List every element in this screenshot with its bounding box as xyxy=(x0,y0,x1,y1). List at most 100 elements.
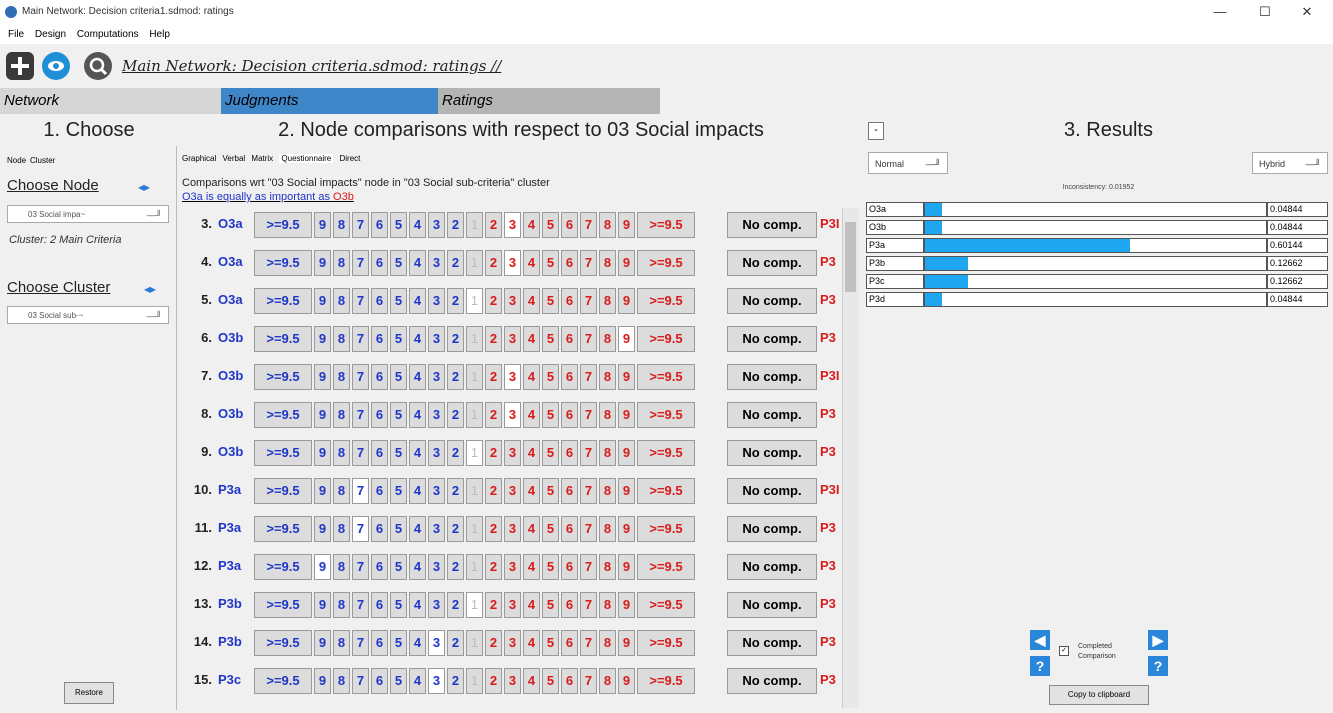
scale-left-max-button[interactable]: >=9.5 xyxy=(254,554,312,580)
scale-right-3-button[interactable]: 3 xyxy=(504,478,521,504)
scale-left-4-button[interactable]: 4 xyxy=(409,250,426,276)
scale-left-5-button[interactable]: 5 xyxy=(390,592,407,618)
scale-equal-button[interactable]: 1 xyxy=(466,630,483,656)
scale-left-8-button[interactable]: 8 xyxy=(333,592,350,618)
scale-right-4-button[interactable]: 4 xyxy=(523,250,540,276)
scale-left-6-button[interactable]: 6 xyxy=(371,288,388,314)
scale-right-2-button[interactable]: 2 xyxy=(485,288,502,314)
scale-right-4-button[interactable]: 4 xyxy=(523,440,540,466)
view-icon[interactable] xyxy=(42,52,70,80)
scale-equal-button[interactable]: 1 xyxy=(466,440,483,466)
scale-right-7-button[interactable]: 7 xyxy=(580,288,597,314)
scale-right-2-button[interactable]: 2 xyxy=(485,250,502,276)
scale-left-max-button[interactable]: >=9.5 xyxy=(254,516,312,542)
scale-right-6-button[interactable]: 6 xyxy=(561,250,578,276)
scale-left-2-button[interactable]: 2 xyxy=(447,516,464,542)
scale-right-8-button[interactable]: 8 xyxy=(599,630,616,656)
scale-right-6-button[interactable]: 6 xyxy=(561,364,578,390)
scale-left-2-button[interactable]: 2 xyxy=(447,212,464,238)
tab-direct[interactable]: Direct xyxy=(339,154,360,163)
scale-left-9-button[interactable]: 9 xyxy=(314,554,331,580)
scale-right-9-button[interactable]: 9 xyxy=(618,668,635,694)
scale-left-6-button[interactable]: 6 xyxy=(371,592,388,618)
scale-left-3-button[interactable]: 3 xyxy=(428,630,445,656)
scale-right-5-button[interactable]: 5 xyxy=(542,668,559,694)
scale-right-max-button[interactable]: >=9.5 xyxy=(637,212,695,238)
menu-file[interactable]: File xyxy=(8,29,24,40)
scale-right-8-button[interactable]: 8 xyxy=(599,326,616,352)
scale-left-2-button[interactable]: 2 xyxy=(447,592,464,618)
scale-left-5-button[interactable]: 5 xyxy=(390,554,407,580)
scale-left-3-button[interactable]: 3 xyxy=(428,440,445,466)
scale-left-5-button[interactable]: 5 xyxy=(390,326,407,352)
scale-right-2-button[interactable]: 2 xyxy=(485,212,502,238)
tab-questionnaire[interactable]: Questionnaire xyxy=(279,154,334,163)
scale-left-9-button[interactable]: 9 xyxy=(314,592,331,618)
scale-right-9-button[interactable]: 9 xyxy=(618,478,635,504)
scale-left-6-button[interactable]: 6 xyxy=(371,516,388,542)
scale-right-max-button[interactable]: >=9.5 xyxy=(637,364,695,390)
scale-equal-button[interactable]: 1 xyxy=(466,516,483,542)
cluster-select[interactable]: 03 Social sub-~ —╜ xyxy=(7,306,169,324)
scale-right-7-button[interactable]: 7 xyxy=(580,592,597,618)
menu-design[interactable]: Design xyxy=(35,29,66,40)
scale-left-7-button[interactable]: 7 xyxy=(352,440,369,466)
help-prev-icon[interactable]: ? xyxy=(1030,656,1050,676)
scale-left-4-button[interactable]: 4 xyxy=(409,516,426,542)
scale-right-4-button[interactable]: 4 xyxy=(523,554,540,580)
scale-right-max-button[interactable]: >=9.5 xyxy=(637,478,695,504)
scale-right-5-button[interactable]: 5 xyxy=(542,592,559,618)
scale-left-9-button[interactable]: 9 xyxy=(314,212,331,238)
scale-right-2-button[interactable]: 2 xyxy=(485,364,502,390)
scale-right-4-button[interactable]: 4 xyxy=(523,668,540,694)
scale-right-4-button[interactable]: 4 xyxy=(523,592,540,618)
scale-right-4-button[interactable]: 4 xyxy=(523,364,540,390)
scale-right-7-button[interactable]: 7 xyxy=(580,326,597,352)
scale-left-max-button[interactable]: >=9.5 xyxy=(254,326,312,352)
scale-left-8-button[interactable]: 8 xyxy=(333,478,350,504)
scale-left-max-button[interactable]: >=9.5 xyxy=(254,288,312,314)
scale-left-6-button[interactable]: 6 xyxy=(371,250,388,276)
scale-right-3-button[interactable]: 3 xyxy=(504,364,521,390)
scale-right-2-button[interactable]: 2 xyxy=(485,402,502,428)
scale-left-5-button[interactable]: 5 xyxy=(390,250,407,276)
no-comparison-button[interactable]: No comp. xyxy=(727,326,817,352)
scale-left-2-button[interactable]: 2 xyxy=(447,402,464,428)
scale-right-7-button[interactable]: 7 xyxy=(580,554,597,580)
scale-left-4-button[interactable]: 4 xyxy=(409,288,426,314)
scale-left-3-button[interactable]: 3 xyxy=(428,288,445,314)
scale-left-3-button[interactable]: 3 xyxy=(428,592,445,618)
scale-right-6-button[interactable]: 6 xyxy=(561,592,578,618)
scale-right-max-button[interactable]: >=9.5 xyxy=(637,516,695,542)
scale-left-6-button[interactable]: 6 xyxy=(371,478,388,504)
scale-left-8-button[interactable]: 8 xyxy=(333,212,350,238)
cluster-nav-arrows-icon[interactable]: ◂▸ xyxy=(144,283,166,295)
scale-equal-button[interactable]: 1 xyxy=(466,364,483,390)
scale-left-9-button[interactable]: 9 xyxy=(314,288,331,314)
scale-right-5-button[interactable]: 5 xyxy=(542,554,559,580)
scale-right-3-button[interactable]: 3 xyxy=(504,554,521,580)
scale-left-8-button[interactable]: 8 xyxy=(333,250,350,276)
tab-verbal[interactable]: Verbal xyxy=(222,154,245,163)
menu-help[interactable]: Help xyxy=(149,29,170,40)
scale-right-3-button[interactable]: 3 xyxy=(504,288,521,314)
scale-left-4-button[interactable]: 4 xyxy=(409,212,426,238)
scale-left-max-button[interactable]: >=9.5 xyxy=(254,440,312,466)
scale-left-5-button[interactable]: 5 xyxy=(390,440,407,466)
scale-right-2-button[interactable]: 2 xyxy=(485,592,502,618)
scale-right-6-button[interactable]: 6 xyxy=(561,668,578,694)
scale-right-2-button[interactable]: 2 xyxy=(485,478,502,504)
scale-right-9-button[interactable]: 9 xyxy=(618,326,635,352)
scale-left-7-button[interactable]: 7 xyxy=(352,212,369,238)
scale-left-9-button[interactable]: 9 xyxy=(314,250,331,276)
scale-left-4-button[interactable]: 4 xyxy=(409,668,426,694)
scale-left-2-button[interactable]: 2 xyxy=(447,630,464,656)
scale-left-5-button[interactable]: 5 xyxy=(390,288,407,314)
scale-left-2-button[interactable]: 2 xyxy=(447,364,464,390)
scale-left-max-button[interactable]: >=9.5 xyxy=(254,478,312,504)
scale-right-8-button[interactable]: 8 xyxy=(599,554,616,580)
scale-right-4-button[interactable]: 4 xyxy=(523,326,540,352)
scale-left-8-button[interactable]: 8 xyxy=(333,440,350,466)
scale-left-max-button[interactable]: >=9.5 xyxy=(254,402,312,428)
scrollbar[interactable] xyxy=(842,208,859,708)
